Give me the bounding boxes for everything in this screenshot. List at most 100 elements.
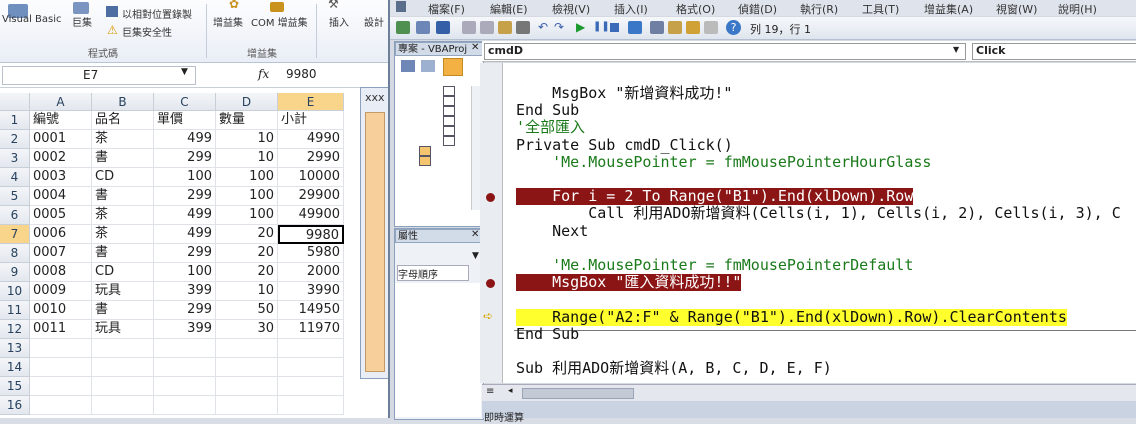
- code-line[interactable]: 'Me.MousePointer = fmMousePointerHourGla…: [516, 153, 931, 171]
- table-cell[interactable]: 0007: [30, 244, 92, 263]
- table-cell[interactable]: [30, 358, 92, 377]
- code-line[interactable]: Sub 利用ADO新增資料(A, B, C, D, E, F): [516, 360, 832, 377]
- table-cell[interactable]: 50: [216, 301, 278, 320]
- project-explorer[interactable]: 專案 - VBAProj ✕: [394, 41, 484, 227]
- table-cell[interactable]: 0006: [30, 225, 92, 244]
- view-excel-icon[interactable]: [396, 21, 410, 34]
- row-header[interactable]: 5: [0, 187, 30, 206]
- table-cell[interactable]: [278, 396, 344, 415]
- table-cell[interactable]: 0002: [30, 149, 92, 168]
- macros-icon[interactable]: [73, 2, 89, 14]
- table-cell[interactable]: 499: [154, 130, 216, 149]
- table-cell[interactable]: 0001: [30, 130, 92, 149]
- table-cell[interactable]: [216, 339, 278, 358]
- table-cell[interactable]: 399: [154, 320, 216, 339]
- table-cell[interactable]: 單價: [154, 111, 216, 130]
- cut-icon[interactable]: [462, 21, 476, 34]
- view-code-icon[interactable]: [401, 60, 415, 72]
- margin-indicator-bar[interactable]: [480, 63, 503, 383]
- column-header[interactable]: D: [216, 93, 278, 111]
- row-header[interactable]: 10: [0, 282, 30, 301]
- menu-item[interactable]: 偵錯(D): [738, 1, 777, 17]
- table-cell[interactable]: 14950: [278, 301, 344, 320]
- code-line[interactable]: 'Me.MousePointer = fmMousePointerDefault: [516, 257, 913, 274]
- project-explorer-icon[interactable]: [650, 21, 664, 34]
- table-cell[interactable]: 100: [216, 206, 278, 225]
- table-cell[interactable]: 3990: [278, 282, 344, 301]
- table-cell[interactable]: [30, 377, 92, 396]
- menu-item[interactable]: 執行(R): [800, 1, 838, 17]
- close-icon[interactable]: ✕: [471, 42, 479, 53]
- table-cell[interactable]: 299: [154, 149, 216, 168]
- table-cell[interactable]: 品名: [92, 111, 154, 130]
- row-header[interactable]: 6: [0, 206, 30, 225]
- table-cell[interactable]: 書: [92, 244, 154, 263]
- chevron-down-icon[interactable]: ▼: [472, 251, 479, 261]
- chevron-down-icon[interactable]: ▼: [181, 67, 188, 77]
- addins-icon[interactable]: ✿: [229, 0, 239, 11]
- menu-item[interactable]: 增益集(A): [924, 1, 973, 17]
- menu-item[interactable]: 工具(T): [862, 1, 899, 17]
- table-cell[interactable]: 書: [92, 149, 154, 168]
- tree-node-icon[interactable]: [443, 136, 455, 146]
- table-cell[interactable]: [278, 358, 344, 377]
- fx-icon[interactable]: fx: [258, 67, 269, 81]
- properties-window[interactable]: 屬性 ✕ ▼ 字母順序: [394, 228, 484, 420]
- table-cell[interactable]: 100: [154, 263, 216, 282]
- scroll-thumb[interactable]: [522, 388, 634, 399]
- redo-icon[interactable]: ↷: [554, 20, 564, 34]
- name-box[interactable]: E7 ▼: [2, 66, 196, 85]
- row-header[interactable]: 9: [0, 263, 30, 282]
- object-browser-icon[interactable]: [686, 21, 700, 34]
- table-cell[interactable]: 499: [154, 225, 216, 244]
- insert-userform-icon[interactable]: [416, 21, 430, 34]
- table-cell[interactable]: [92, 396, 154, 415]
- table-cell[interactable]: 299: [154, 187, 216, 206]
- row-header[interactable]: 14: [0, 358, 30, 377]
- table-cell[interactable]: 0009: [30, 282, 92, 301]
- visual-basic-button[interactable]: Visual Basic: [2, 14, 62, 25]
- table-cell[interactable]: 玩具: [92, 282, 154, 301]
- table-cell[interactable]: 0005: [30, 206, 92, 225]
- pause-icon[interactable]: ❚❚: [593, 21, 610, 32]
- table-cell[interactable]: 49900: [278, 206, 344, 225]
- breakpoint-icon[interactable]: [486, 279, 495, 288]
- tree-node-icon[interactable]: [443, 86, 455, 96]
- menu-item[interactable]: 插入(I): [614, 1, 648, 17]
- save-icon[interactable]: [436, 21, 450, 34]
- find-icon[interactable]: [516, 21, 530, 34]
- table-cell[interactable]: 編號: [30, 111, 92, 130]
- addins-button[interactable]: 增益集: [213, 14, 243, 29]
- com-addins-icon[interactable]: [270, 2, 284, 12]
- code-line[interactable]: MsgBox "新增資料成功!": [516, 85, 732, 102]
- table-cell[interactable]: 20: [216, 225, 278, 244]
- tree-node-icon[interactable]: [443, 116, 455, 126]
- row-header[interactable]: 16: [0, 396, 30, 415]
- spreadsheet-grid[interactable]: A B C D E 1 編號 品名 單價 數量 小計 2 0001 茶 499 10 4990 3 0002 書 299…: [0, 93, 360, 418]
- table-cell[interactable]: 茶: [92, 130, 154, 149]
- table-cell[interactable]: 小計: [278, 111, 344, 130]
- menu-item[interactable]: 編輯(E): [490, 1, 528, 17]
- scroll-left-icon[interactable]: ◂: [508, 386, 513, 396]
- table-cell[interactable]: 100: [216, 168, 278, 187]
- table-cell[interactable]: [92, 377, 154, 396]
- row-header[interactable]: 12: [0, 320, 30, 339]
- paste-icon[interactable]: [498, 21, 512, 34]
- table-cell[interactable]: 書: [92, 187, 154, 206]
- tree-node-icon[interactable]: [419, 156, 431, 166]
- column-header[interactable]: A: [30, 93, 92, 111]
- chevron-down-icon[interactable]: ▼: [953, 45, 959, 54]
- table-cell[interactable]: [92, 358, 154, 377]
- table-cell[interactable]: 10: [216, 282, 278, 301]
- table-cell[interactable]: 2000: [278, 263, 344, 282]
- table-cell[interactable]: [154, 358, 216, 377]
- toggle-folders-icon[interactable]: [443, 58, 463, 76]
- column-header[interactable]: E: [278, 93, 344, 111]
- macro-security-button[interactable]: 巨集安全性: [122, 24, 172, 39]
- tree-node-icon[interactable]: [443, 96, 455, 106]
- code-line[interactable]: MsgBox "匯入資料成功!!": [516, 274, 742, 292]
- close-icon[interactable]: ✕: [471, 229, 479, 240]
- menu-item[interactable]: 視窗(W): [996, 1, 1037, 17]
- help-icon[interactable]: ?: [726, 20, 741, 35]
- table-cell[interactable]: [154, 339, 216, 358]
